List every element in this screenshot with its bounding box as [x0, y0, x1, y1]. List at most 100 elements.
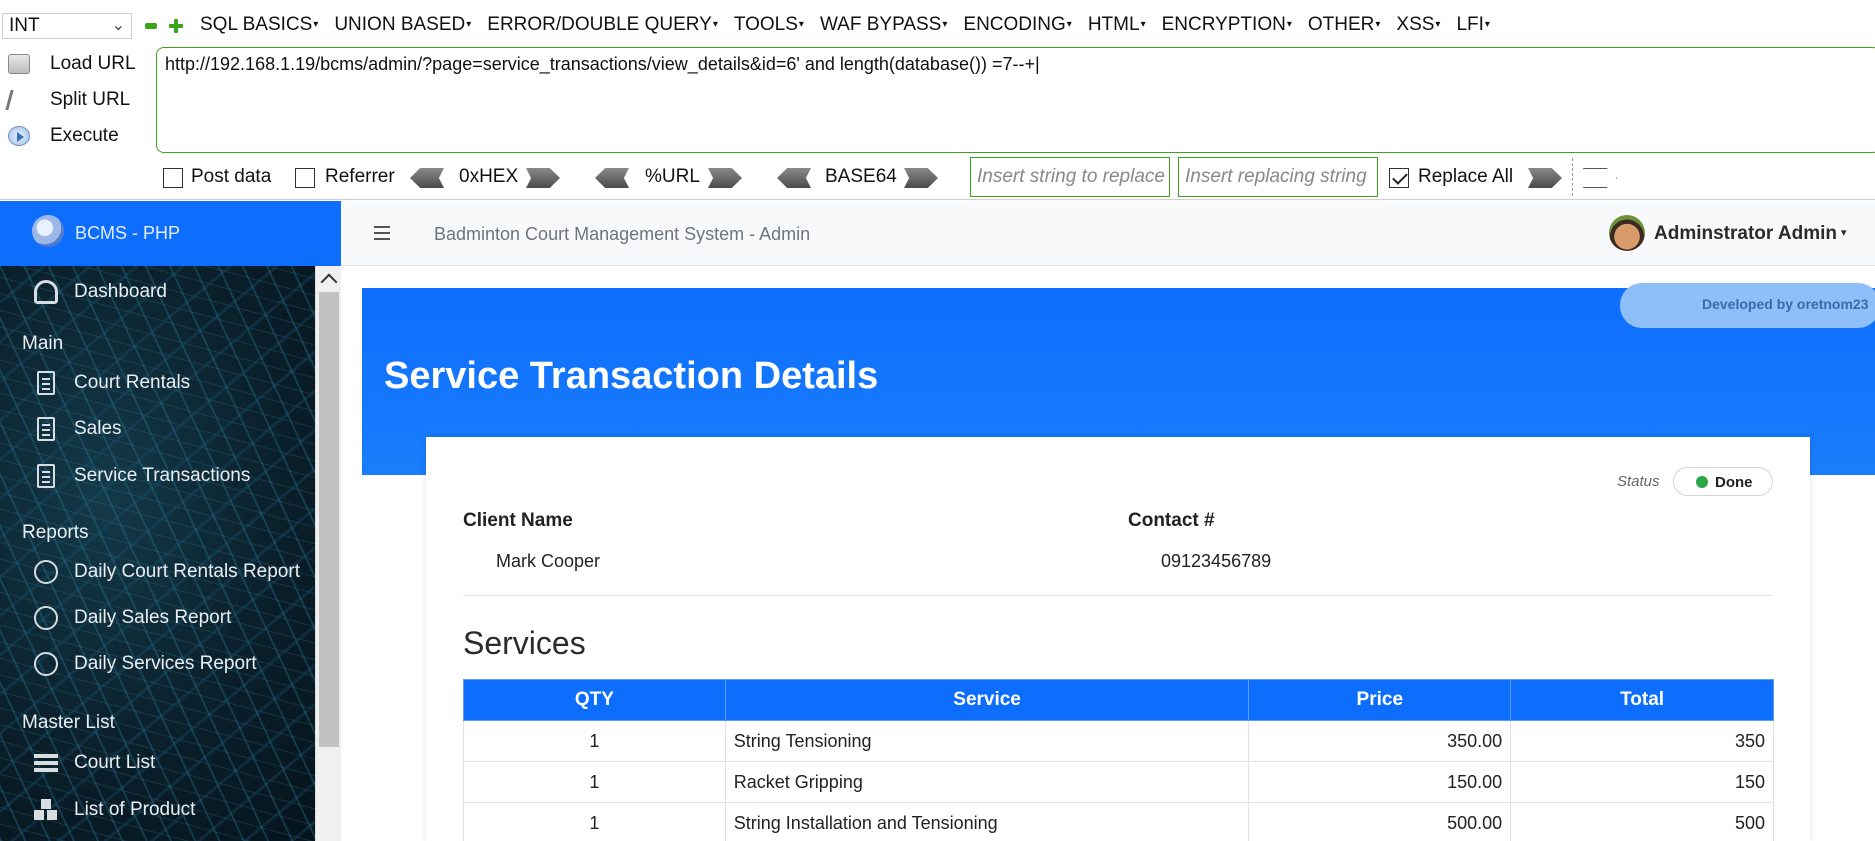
menu-encryption[interactable]: ENCRYPTION▾	[1162, 14, 1292, 36]
column-header-qty: QTY	[463, 679, 726, 721]
price-cell: 350.00	[1248, 720, 1512, 762]
sidebar-item-list-of-product[interactable]: List of Product	[30, 796, 315, 826]
page-title: Service Transaction Details	[384, 355, 879, 397]
execute-button[interactable]: Execute	[0, 118, 150, 154]
hackbar-options: Post data Referrer 0xHEX %URL BASE64 Rep…	[0, 160, 1875, 196]
url-textarea[interactable]: http://192.168.1.19/bcms/admin/?page=ser…	[156, 47, 1875, 153]
table-row: 1 Racket Gripping 150.00 150	[463, 761, 1774, 803]
services-table: QTY Service Price Total 1 String Tension…	[463, 679, 1774, 841]
menu-toggle-icon[interactable]	[374, 226, 390, 228]
top-navbar: Badminton Court Management System - Admi…	[341, 201, 1875, 266]
sidebar-item-daily-services-report[interactable]: Daily Services Report	[30, 650, 315, 680]
menu-waf-bypass[interactable]: WAF BYPASS▾	[820, 14, 947, 36]
decrease-icon[interactable]	[145, 23, 157, 29]
post-data-label: Post data	[191, 166, 272, 187]
boxes-icon	[34, 798, 58, 822]
total-cell: 350	[1510, 720, 1774, 762]
referrer-checkbox[interactable]	[295, 168, 315, 188]
replace-all-checkbox[interactable]	[1389, 168, 1409, 188]
sidebar-item-sales[interactable]: Sales	[30, 415, 315, 445]
sidebar: Dashboard Main Court Rentals Sales Servi…	[0, 266, 341, 841]
menu-union-based[interactable]: UNION BASED▾	[334, 14, 471, 36]
sidebar-item-court-list[interactable]: Court List	[30, 749, 315, 779]
load-url-button[interactable]: Load URL	[0, 46, 150, 82]
sidebar-header-main: Main	[22, 333, 64, 354]
list-icon	[34, 751, 58, 775]
table-header-row: QTY Service Price Total	[463, 679, 1774, 721]
system-title: Badminton Court Management System - Admi…	[434, 224, 811, 244]
menu-tools[interactable]: TOOLS▾	[734, 14, 804, 36]
menu-html[interactable]: HTML▾	[1088, 14, 1146, 36]
base64-label: BASE64	[825, 166, 897, 187]
sidebar-item-daily-court-rentals-report[interactable]: Daily Court Rentals Report	[30, 558, 315, 588]
hex-label: 0xHEX	[459, 166, 519, 187]
table-row: 1 String Installation and Tensioning 500…	[463, 802, 1774, 841]
sidebar-item-court-rentals[interactable]: Court Rentals	[30, 369, 315, 399]
status-dot-icon	[1696, 476, 1708, 488]
post-data-checkbox[interactable]	[163, 168, 183, 188]
base64-decode-arrow-icon[interactable]	[777, 168, 811, 188]
replace-next-arrow-icon[interactable]	[1583, 168, 1617, 188]
injection-type-select[interactable]: INT ⌄	[2, 13, 132, 39]
price-cell: 500.00	[1248, 802, 1512, 841]
referrer-label: Referrer	[325, 166, 395, 187]
load-url-icon	[8, 54, 30, 74]
hex-encode-arrow-icon[interactable]	[526, 168, 560, 188]
hex-decode-arrow-icon[interactable]	[410, 168, 444, 188]
developer-credit: Developed by oretnom23	[1702, 296, 1869, 312]
status-label: Status	[1617, 473, 1660, 490]
menu-lfi[interactable]: LFI▾	[1456, 14, 1489, 36]
menu-encoding[interactable]: ENCODING▾	[963, 14, 1071, 36]
hackbar-menubar: INT ⌄ SQL BASICS▾ UNION BASED▾ ERROR/DOU…	[0, 10, 1875, 44]
scrollbar-thumb[interactable]	[319, 292, 339, 747]
avatar[interactable]	[1609, 215, 1645, 251]
sidebar-item-daily-sales-report[interactable]: Daily Sales Report	[30, 604, 315, 634]
user-menu[interactable]: Adminstrator Admin ▾	[1654, 223, 1847, 245]
url-encode-label: %URL	[645, 166, 700, 187]
column-header-total: Total	[1510, 679, 1774, 721]
client-name-label: Client Name	[463, 510, 573, 531]
replace-arrow-icon[interactable]	[1528, 168, 1562, 188]
hackbar-actions: Load URL Split URL Execute	[0, 46, 150, 154]
split-url-button[interactable]: Split URL	[0, 82, 150, 118]
services-heading: Services	[463, 625, 586, 661]
sidebar-brand[interactable]: BCMS - PHP	[0, 201, 341, 266]
url-encode-arrow-icon[interactable]	[708, 168, 742, 188]
hackbar-menu-items: SQL BASICS▾ UNION BASED▾ ERROR/DOUBLE QU…	[200, 14, 1506, 36]
hackbar-separator	[1572, 158, 1573, 196]
brand-logo-icon	[32, 215, 64, 247]
brand-name: BCMS - PHP	[75, 223, 181, 243]
insert-string-input[interactable]: Insert string to replace	[970, 157, 1170, 197]
sidebar-header-reports: Reports	[22, 522, 89, 543]
injection-type-value: INT	[9, 15, 40, 36]
dashboard-icon	[34, 280, 58, 304]
base64-encode-arrow-icon[interactable]	[904, 168, 938, 188]
menu-xss[interactable]: XSS▾	[1396, 14, 1440, 36]
qty-cell: 1	[463, 720, 726, 762]
scroll-up-icon[interactable]	[320, 273, 338, 291]
service-cell: String Installation and Tensioning	[724, 802, 1250, 841]
sidebar-scrollbar[interactable]	[315, 266, 341, 841]
increase-icon[interactable]	[168, 18, 184, 34]
replacing-string-input[interactable]: Insert replacing string	[1178, 157, 1378, 197]
qty-cell: 1	[463, 802, 726, 841]
scissors-icon	[5, 90, 33, 110]
menu-error-double-query[interactable]: ERROR/DOUBLE QUERY▾	[487, 14, 718, 36]
menu-other[interactable]: OTHER▾	[1308, 14, 1381, 36]
menu-sql-basics[interactable]: SQL BASICS▾	[200, 14, 318, 36]
total-cell: 150	[1510, 761, 1774, 803]
file-icon	[37, 464, 55, 488]
table-row: 1 String Tensioning 350.00 350	[463, 720, 1774, 762]
sidebar-item-service-transactions[interactable]: Service Transactions	[30, 462, 315, 492]
status-badge: Done	[1673, 467, 1773, 496]
play-icon	[8, 126, 30, 146]
file-icon	[37, 371, 55, 395]
total-cell: 500	[1510, 802, 1774, 841]
url-decode-arrow-icon[interactable]	[595, 168, 629, 188]
service-cell: Racket Gripping	[724, 761, 1250, 803]
sidebar-header-master-list: Master List	[22, 712, 115, 733]
circle-icon	[34, 560, 58, 584]
qty-cell: 1	[463, 761, 726, 803]
circle-icon	[34, 606, 58, 630]
sidebar-item-dashboard[interactable]: Dashboard	[30, 278, 315, 308]
